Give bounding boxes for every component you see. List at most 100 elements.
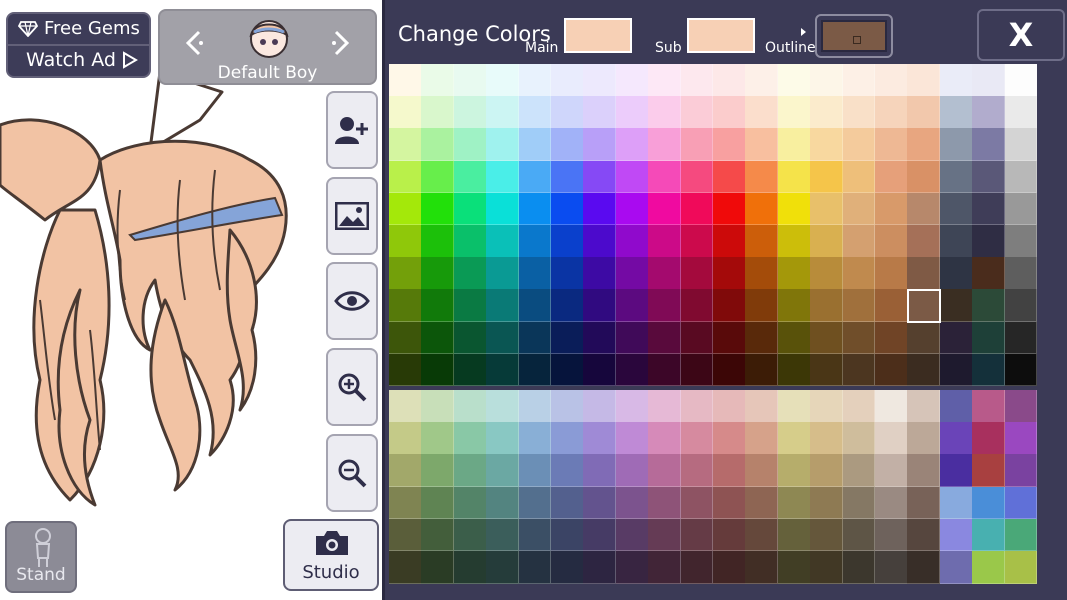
palette-swatch[interactable] (777, 518, 811, 552)
palette-swatch[interactable] (907, 422, 941, 455)
palette-swatch[interactable] (518, 454, 552, 488)
palette-swatch[interactable] (389, 257, 422, 290)
palette-swatch[interactable] (972, 192, 1006, 226)
palette-swatch[interactable] (551, 160, 584, 194)
palette-swatch[interactable] (713, 128, 746, 162)
palette-swatch[interactable] (680, 422, 714, 455)
palette-swatch[interactable] (648, 518, 682, 552)
palette-swatch[interactable] (551, 321, 584, 355)
palette-swatch[interactable] (745, 96, 779, 129)
palette-swatch[interactable] (453, 96, 487, 129)
palette-swatch[interactable] (1004, 454, 1038, 488)
palette-swatch[interactable] (907, 353, 941, 387)
palette-swatch[interactable] (389, 518, 422, 552)
palette-swatch[interactable] (713, 390, 746, 423)
zoom-out-button[interactable] (326, 434, 378, 512)
palette-swatch[interactable] (615, 422, 649, 455)
palette-swatch[interactable] (1004, 225, 1038, 258)
palette-swatch[interactable] (615, 390, 649, 423)
palette-swatch[interactable] (972, 486, 1006, 520)
palette-swatch[interactable] (680, 551, 714, 584)
palette-swatch[interactable] (713, 289, 746, 323)
palette-swatch[interactable] (713, 160, 746, 194)
palette-swatch[interactable] (486, 486, 520, 520)
palette-swatch[interactable] (518, 225, 552, 258)
palette-swatch[interactable] (551, 289, 584, 323)
palette-swatch[interactable] (745, 422, 779, 455)
palette-swatch[interactable] (486, 454, 520, 488)
palette-swatch[interactable] (551, 390, 584, 423)
palette-swatch[interactable] (842, 289, 876, 323)
palette-swatch[interactable] (1004, 551, 1038, 584)
palette-swatch[interactable] (518, 353, 552, 387)
palette-swatch[interactable] (875, 551, 908, 584)
palette-swatch[interactable] (421, 353, 455, 387)
palette-swatch[interactable] (745, 390, 779, 423)
palette-swatch[interactable] (939, 551, 973, 584)
palette-swatch[interactable] (648, 486, 682, 520)
palette-swatch[interactable] (551, 353, 584, 387)
palette-swatch[interactable] (745, 160, 779, 194)
palette-swatch[interactable] (939, 225, 973, 258)
palette-swatch[interactable] (972, 321, 1006, 355)
palette-swatch[interactable] (389, 390, 422, 423)
palette-swatch[interactable] (713, 422, 746, 455)
palette-swatch[interactable] (777, 257, 811, 290)
palette-swatch[interactable] (583, 390, 617, 423)
palette-swatch[interactable] (648, 192, 682, 226)
palette-swatch[interactable] (972, 289, 1006, 323)
palette-swatch[interactable] (875, 225, 908, 258)
add-character-button[interactable] (326, 91, 378, 169)
main-color-swatch[interactable] (564, 18, 632, 53)
palette-swatch[interactable] (907, 390, 941, 423)
palette-swatch[interactable] (583, 64, 617, 97)
palette-swatch[interactable] (777, 454, 811, 488)
palette-swatch[interactable] (518, 289, 552, 323)
palette-swatch[interactable] (1004, 518, 1038, 552)
palette-swatch[interactable] (810, 64, 844, 97)
palette-swatch[interactable] (842, 96, 876, 129)
palette-swatch[interactable] (389, 128, 422, 162)
palette-swatch[interactable] (907, 289, 941, 323)
palette-swatch[interactable] (907, 96, 941, 129)
palette-swatch[interactable] (453, 64, 487, 97)
palette-swatch[interactable] (810, 321, 844, 355)
palette-swatch[interactable] (680, 128, 714, 162)
palette-swatch[interactable] (551, 551, 584, 584)
palette-swatch[interactable] (648, 96, 682, 129)
palette-swatch[interactable] (421, 64, 455, 97)
palette-swatch[interactable] (648, 422, 682, 455)
palette-swatch[interactable] (907, 128, 941, 162)
palette-swatch[interactable] (583, 486, 617, 520)
palette-swatch[interactable] (389, 64, 422, 97)
palette-swatch[interactable] (972, 551, 1006, 584)
palette-swatch[interactable] (648, 321, 682, 355)
palette-swatch[interactable] (486, 192, 520, 226)
palette-swatch[interactable] (551, 422, 584, 455)
palette-swatch[interactable] (777, 160, 811, 194)
palette-swatch[interactable] (389, 486, 422, 520)
palette-swatch[interactable] (777, 390, 811, 423)
palette-swatch[interactable] (745, 454, 779, 488)
palette-swatch[interactable] (810, 192, 844, 226)
palette-swatch[interactable] (453, 422, 487, 455)
palette-swatch[interactable] (713, 257, 746, 290)
palette-swatch[interactable] (1004, 289, 1038, 323)
palette-swatch[interactable] (745, 551, 779, 584)
palette-swatch[interactable] (972, 225, 1006, 258)
palette-swatch[interactable] (389, 353, 422, 387)
palette-swatch[interactable] (583, 257, 617, 290)
palette-swatch[interactable] (648, 454, 682, 488)
palette-swatch[interactable] (842, 486, 876, 520)
palette-swatch[interactable] (389, 454, 422, 488)
visibility-button[interactable] (326, 262, 378, 340)
palette-swatch[interactable] (745, 353, 779, 387)
palette-swatch[interactable] (713, 353, 746, 387)
palette-swatch[interactable] (875, 160, 908, 194)
palette-swatch[interactable] (875, 128, 908, 162)
palette-swatch[interactable] (615, 353, 649, 387)
palette-swatch[interactable] (745, 289, 779, 323)
palette-swatch[interactable] (583, 353, 617, 387)
studio-button[interactable]: Studio (283, 519, 379, 591)
palette-swatch[interactable] (1004, 257, 1038, 290)
